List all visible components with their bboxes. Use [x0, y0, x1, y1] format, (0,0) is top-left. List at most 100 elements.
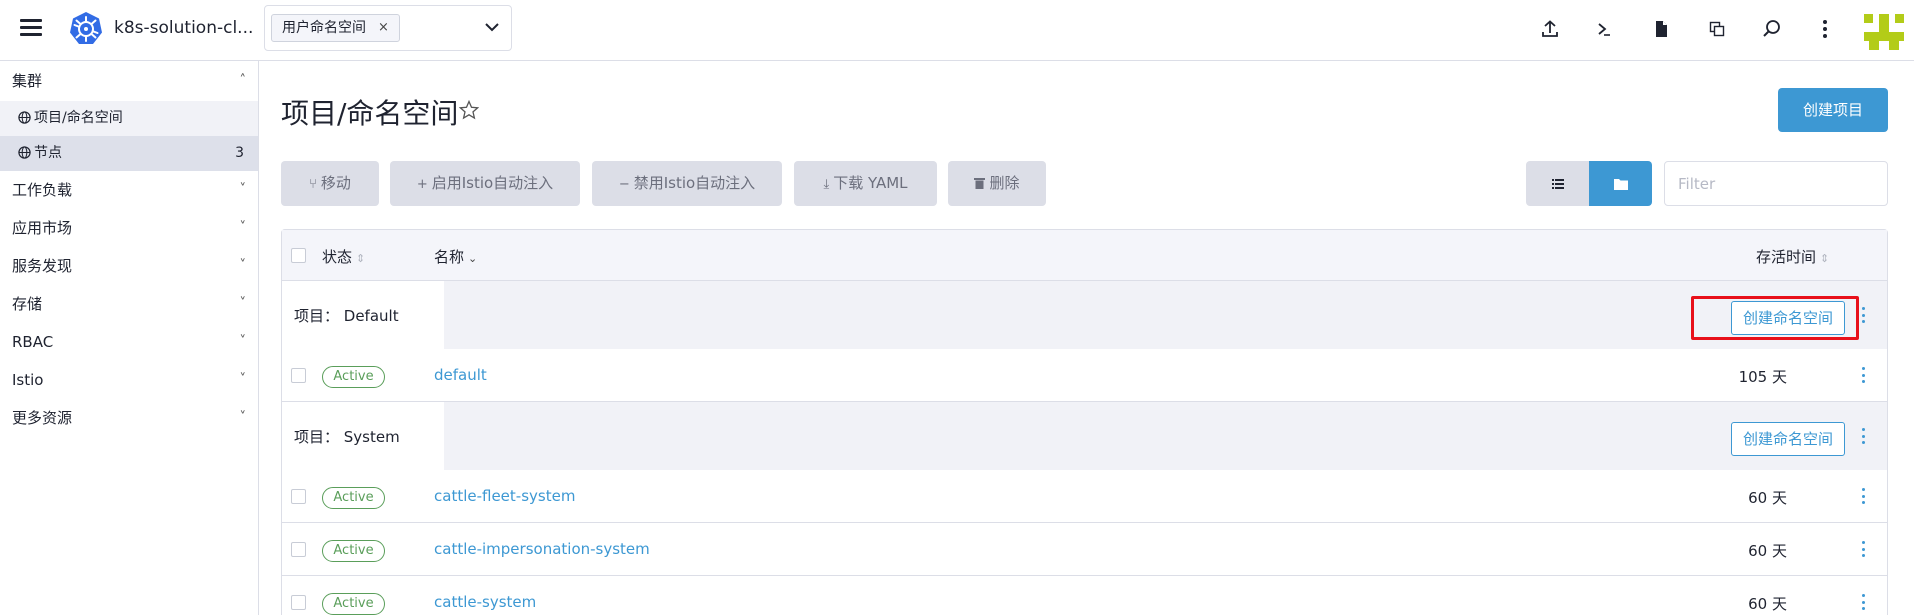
namespace-link[interactable]: cattle-fleet-system [434, 487, 575, 505]
namespaces-table: 状态 ⇕ 名称 ⌄ 存活时间 ⇕ 项目： Default 创建命名空间 Active … [281, 229, 1888, 615]
status-badge: Active [322, 593, 385, 615]
namespace-chip: 用户命名空间 × [271, 14, 400, 42]
sidebar-group-storage[interactable]: 存储 ˅ [0, 285, 258, 323]
minus-icon: − [618, 177, 630, 192]
sidebar-group-istio[interactable]: Istio ˅ [0, 361, 258, 399]
close-icon[interactable]: × [378, 15, 389, 41]
search-icon[interactable] [1759, 16, 1785, 42]
sidebar-group-cluster[interactable]: 集群 ˄ [0, 61, 258, 101]
table-row: Active cattle-system 60 天 [282, 576, 1887, 615]
chevron-down-icon: ˅ [239, 182, 247, 197]
chevron-up-icon: ˄ [239, 73, 247, 88]
chevron-down-icon: ˅ [239, 334, 247, 349]
sidebar-item-projects-namespaces[interactable]: 项目/命名空间 [0, 101, 258, 136]
sidebar-group-label: Istio [12, 371, 44, 389]
row-checkbox[interactable] [291, 595, 306, 610]
chevron-down-icon[interactable] [483, 18, 501, 36]
table-header: 状态 ⇕ 名称 ⌄ 存活时间 ⇕ [282, 230, 1887, 281]
project-group-label: 项目： System [294, 428, 400, 446]
sort-down-icon: ⌄ [468, 252, 478, 265]
cluster-name[interactable]: k8s-solution-cl... [114, 18, 253, 38]
fork-icon: ⑂ [309, 177, 317, 192]
folder-icon [1613, 178, 1628, 190]
sidebar-group-workloads[interactable]: 工作负载 ˅ [0, 171, 258, 209]
sort-icon: ⇕ [1820, 252, 1830, 265]
globe-icon [18, 146, 31, 159]
namespace-link[interactable]: cattle-system [434, 593, 536, 611]
delete-button[interactable]: 删除 [948, 161, 1046, 206]
sidebar: 集群 ˄ 项目/命名空间 节点 3 工作负载 ˅ 应用市场 ˅ 服务发现 ˅ 存… [0, 61, 259, 615]
project-group-default: 项目： Default 创建命名空间 [282, 281, 1887, 349]
more-vert-icon[interactable] [1857, 304, 1869, 326]
node-count-badge: 3 [235, 145, 244, 161]
copy-icon[interactable] [1704, 16, 1730, 42]
filter-input[interactable] [1664, 161, 1888, 206]
more-vert-icon[interactable] [1857, 364, 1869, 386]
row-checkbox[interactable] [291, 542, 306, 557]
status-badge: Active [322, 540, 385, 562]
terminal-icon[interactable] [1591, 16, 1617, 42]
chevron-down-icon: ˅ [239, 220, 247, 235]
flat-list-view-button[interactable] [1526, 161, 1589, 206]
sidebar-group-label: 集群 [12, 72, 43, 90]
page-title: 项目/命名空间 [281, 97, 459, 130]
column-header-status[interactable]: 状态 ⇕ [322, 246, 365, 267]
namespace-link[interactable]: cattle-impersonation-system [434, 540, 650, 558]
top-header: k8s-solution-cl... 用户命名空间 × [0, 0, 1914, 61]
more-vert-icon[interactable] [1857, 538, 1869, 560]
enable-istio-button[interactable]: + 启用Istio自动注入 [390, 161, 580, 206]
column-header-age[interactable]: 存活时间 ⇕ [1756, 246, 1829, 267]
create-namespace-button[interactable]: 创建命名空间 [1731, 422, 1845, 456]
disable-istio-button[interactable]: − 禁用Istio自动注入 [592, 161, 782, 206]
table-row: Active default 105 天 [282, 349, 1887, 402]
list-icon [1551, 178, 1564, 189]
upload-icon[interactable] [1537, 16, 1563, 42]
more-vert-icon[interactable] [1812, 16, 1838, 42]
chevron-down-icon: ˅ [239, 410, 247, 425]
more-vert-icon[interactable] [1857, 485, 1869, 507]
disable-istio-label: 禁用Istio自动注入 [633, 174, 756, 192]
sidebar-group-rbac[interactable]: RBAC ˅ [0, 323, 258, 361]
status-badge: Active [322, 366, 385, 388]
status-badge: Active [322, 487, 385, 509]
create-namespace-button[interactable]: 创建命名空间 [1731, 301, 1845, 335]
menu-icon[interactable] [20, 19, 42, 37]
row-checkbox[interactable] [291, 368, 306, 383]
table-row: Active cattle-impersonation-system 60 天 [282, 523, 1887, 576]
sidebar-group-label: 服务发现 [12, 257, 73, 275]
table-row: Active cattle-fleet-system 60 天 [282, 470, 1887, 523]
group-by-project-button[interactable] [1589, 161, 1652, 206]
enable-istio-label: 启用Istio自动注入 [431, 174, 554, 192]
move-button[interactable]: ⑂ 移动 [281, 161, 379, 206]
chevron-down-icon: ˅ [239, 296, 247, 311]
sidebar-group-label: 应用市场 [12, 219, 73, 237]
download-yaml-button[interactable]: ⤓ 下载 YAML [794, 161, 937, 206]
chevron-down-icon: ˅ [239, 258, 247, 273]
more-vert-icon[interactable] [1857, 425, 1869, 447]
select-all-checkbox[interactable] [291, 248, 306, 263]
view-toggle [1526, 161, 1652, 206]
kubernetes-logo-icon [70, 12, 102, 44]
download-yaml-label: 下载 YAML [833, 174, 908, 192]
sidebar-group-more-resources[interactable]: 更多资源 ˅ [0, 399, 258, 437]
sidebar-group-label: 更多资源 [12, 409, 73, 427]
sidebar-item-nodes[interactable]: 节点 3 [0, 136, 258, 171]
project-group-system: 项目： System 创建命名空间 [282, 402, 1887, 470]
user-avatar-icon[interactable] [1864, 14, 1904, 50]
sidebar-group-service-discovery[interactable]: 服务发现 ˅ [0, 247, 258, 285]
row-checkbox[interactable] [291, 489, 306, 504]
sidebar-group-label: 存储 [12, 295, 43, 313]
sidebar-group-apps[interactable]: 应用市场 ˅ [0, 209, 258, 247]
move-button-label: 移动 [320, 174, 351, 192]
create-project-button[interactable]: 创建项目 [1778, 88, 1888, 132]
sidebar-item-label: 项目/命名空间 [34, 110, 123, 126]
namespace-link[interactable]: default [434, 366, 487, 384]
sidebar-group-label: 工作负载 [12, 181, 73, 199]
column-header-name[interactable]: 名称 ⌄ [434, 246, 477, 267]
star-icon[interactable] [459, 100, 479, 120]
sidebar-item-label: 节点 [34, 145, 62, 161]
more-vert-icon[interactable] [1857, 591, 1869, 613]
age-value: 60 天 [1748, 595, 1787, 613]
file-icon[interactable] [1648, 16, 1674, 42]
namespace-filter-select[interactable]: 用户命名空间 × [264, 5, 512, 51]
